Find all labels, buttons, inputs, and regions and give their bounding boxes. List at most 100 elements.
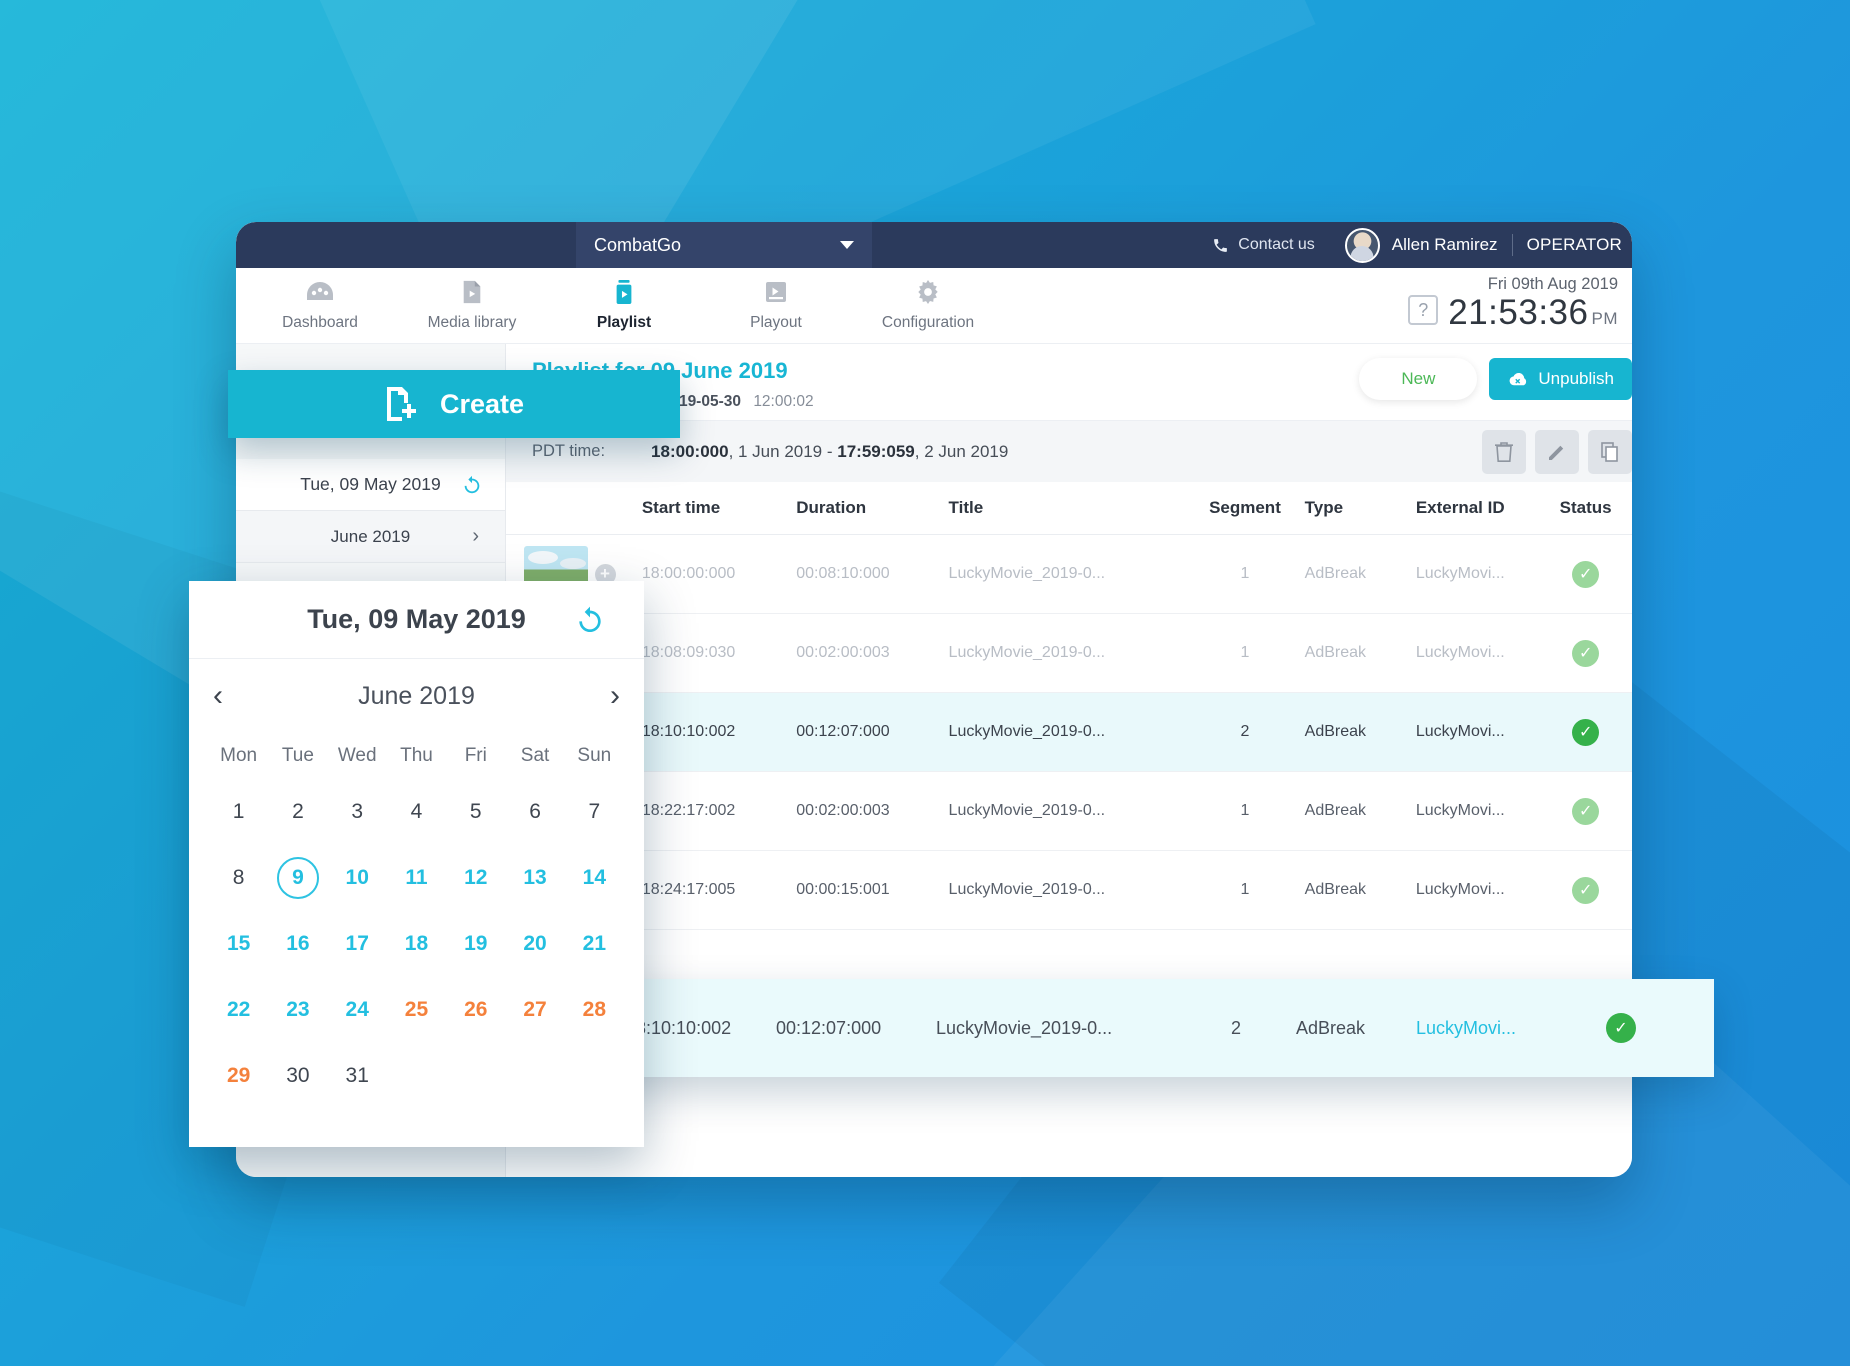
header-buttons: New Unpublish [1359, 358, 1632, 400]
help-button[interactable]: ? [1408, 295, 1438, 325]
calendar-day[interactable]: 5 [446, 779, 505, 845]
refresh-icon[interactable] [574, 604, 606, 636]
contact-us-link[interactable]: Contact us [1212, 236, 1314, 254]
calendar-day[interactable]: 6 [505, 779, 564, 845]
table-row[interactable]: +18:24:17:00500:00:15:001LuckyMovie_2019… [506, 851, 1632, 930]
row-external-id[interactable]: LuckyMovi... [1416, 772, 1540, 851]
calendar-day[interactable]: 12 [446, 845, 505, 911]
channel-selector[interactable]: CombatGo [576, 222, 872, 268]
table-row[interactable]: +18:08:09:03000:02:00:003LuckyMovie_2019… [506, 614, 1632, 693]
check-circle-icon: ✓ [1572, 798, 1599, 825]
avatar[interactable] [1345, 228, 1380, 263]
row-duration: 00:08:10:000 [796, 535, 948, 614]
table-row[interactable]: +18:10:10:00200:12:07:000LuckyMovie_2019… [506, 693, 1632, 772]
calendar-day[interactable]: 13 [505, 845, 564, 911]
trash-icon [1494, 441, 1514, 463]
col-type[interactable]: Type [1305, 482, 1416, 535]
calendar-day[interactable]: 29 [209, 1043, 268, 1109]
pdt-start-date: , 1 Jun 2019 [729, 442, 823, 461]
calendar-day[interactable]: 9 [268, 845, 327, 911]
row-type: AdBreak [1305, 535, 1416, 614]
calendar-day[interactable]: 25 [387, 977, 446, 1043]
table-row[interactable]: +18:00:00:00000:08:10:000LuckyMovie_2019… [506, 535, 1632, 614]
calendar-grid: MonTueWedThuFriSatSun1234567891011121314… [189, 733, 644, 1109]
calendar-day[interactable]: 31 [328, 1043, 387, 1109]
row-external-id[interactable]: LuckyMovi... [1416, 851, 1540, 930]
col-start-time[interactable]: Start time [642, 482, 796, 535]
sidebar-month-row[interactable]: June 2019 › [236, 511, 505, 563]
chevron-right-icon[interactable]: › [610, 679, 620, 713]
row-type: AdBreak [1305, 851, 1416, 930]
calendar-day[interactable]: 7 [565, 779, 624, 845]
calendar-day[interactable]: 14 [565, 845, 624, 911]
chevron-left-icon[interactable]: ‹ [213, 679, 223, 713]
calendar-day[interactable]: 2 [268, 779, 327, 845]
calendar-day-empty [565, 1043, 624, 1109]
calendar-day[interactable]: 18 [387, 911, 446, 977]
calendar-day[interactable]: 30 [268, 1043, 327, 1109]
col-segment[interactable]: Segment [1185, 482, 1304, 535]
row-duration: 00:02:00:003 [796, 772, 948, 851]
create-label: Create [440, 389, 524, 420]
calendar-day-selected: 9 [277, 857, 319, 899]
calendar-day[interactable]: 23 [268, 977, 327, 1043]
calendar-day[interactable]: 20 [505, 911, 564, 977]
table-row[interactable]: +18:22:17:00200:02:00:003LuckyMovie_2019… [506, 772, 1632, 851]
pdt-dash: - [822, 442, 837, 461]
calendar-day[interactable]: 22 [209, 977, 268, 1043]
row-external-id[interactable]: LuckyMovi... [1416, 614, 1540, 693]
calendar-day[interactable]: 8 [209, 845, 268, 911]
calendar-day[interactable]: 10 [328, 845, 387, 911]
clock-block: ? Fri 09th Aug 2019 21:53:36PM [1408, 275, 1618, 330]
refresh-icon[interactable] [461, 474, 483, 496]
nav-item-media-library[interactable]: Media library [396, 268, 548, 332]
calendar-day[interactable]: 16 [268, 911, 327, 977]
row-status: ✓ [1539, 772, 1632, 851]
delete-button[interactable] [1482, 430, 1526, 474]
col-external-id[interactable]: External ID [1416, 482, 1540, 535]
nav-item-configuration[interactable]: Configuration [852, 268, 1004, 332]
edit-button[interactable] [1535, 430, 1579, 474]
floating-selected-row[interactable]: + 18:10:10:002 00:12:07:000 LuckyMovie_2… [464, 979, 1714, 1077]
clock-ampm: PM [1592, 309, 1619, 328]
calendar-day[interactable]: 1 [209, 779, 268, 845]
row-external-id[interactable]: LuckyMovi... [1416, 693, 1540, 772]
chevron-down-icon [840, 241, 854, 249]
chevron-right-icon: › [472, 525, 479, 548]
col-status[interactable]: Status [1539, 482, 1632, 535]
calendar-day[interactable]: 3 [328, 779, 387, 845]
nav-item-playout[interactable]: Playout [700, 268, 852, 332]
calendar-day-empty [505, 1043, 564, 1109]
col-duration[interactable]: Duration [796, 482, 948, 535]
playlist-time: 12:00:02 [753, 393, 813, 410]
calendar-weekday: Sun [565, 733, 624, 779]
new-button[interactable]: New [1359, 358, 1477, 400]
calendar-day[interactable]: 19 [446, 911, 505, 977]
create-button[interactable]: Create [228, 370, 680, 438]
copy-button[interactable] [1588, 430, 1632, 474]
calendar-day[interactable]: 17 [328, 911, 387, 977]
calendar-day[interactable]: 28 [565, 977, 624, 1043]
row-status: ✓ [1539, 851, 1632, 930]
media-library-icon [461, 280, 483, 304]
col-title[interactable]: Title [949, 482, 1186, 535]
calendar-day[interactable]: 26 [446, 977, 505, 1043]
calendar-day[interactable]: 15 [209, 911, 268, 977]
row-external-id[interactable]: LuckyMovi... [1416, 1018, 1566, 1039]
calendar-day[interactable]: 27 [505, 977, 564, 1043]
main-nav: Dashboard Media library Playlist Pl [236, 268, 1632, 344]
check-circle-icon: ✓ [1572, 719, 1599, 746]
calendar-day[interactable]: 21 [565, 911, 624, 977]
nav-item-playlist[interactable]: Playlist [548, 268, 700, 332]
row-status: ✓ [1539, 614, 1632, 693]
calendar-day[interactable]: 4 [387, 779, 446, 845]
calendar-day[interactable]: 24 [328, 977, 387, 1043]
sidebar-selected-date[interactable]: Tue, 09 May 2019 [236, 459, 505, 511]
row-external-id[interactable]: LuckyMovi... [1416, 535, 1540, 614]
nav-item-dashboard[interactable]: Dashboard [244, 268, 396, 332]
pencil-icon [1547, 442, 1567, 462]
date-picker-popup: Tue, 09 May 2019 ‹ June 2019 › MonTueWed… [189, 581, 644, 1147]
unpublish-label: Unpublish [1538, 369, 1614, 389]
unpublish-button[interactable]: Unpublish [1489, 358, 1632, 400]
calendar-day[interactable]: 11 [387, 845, 446, 911]
